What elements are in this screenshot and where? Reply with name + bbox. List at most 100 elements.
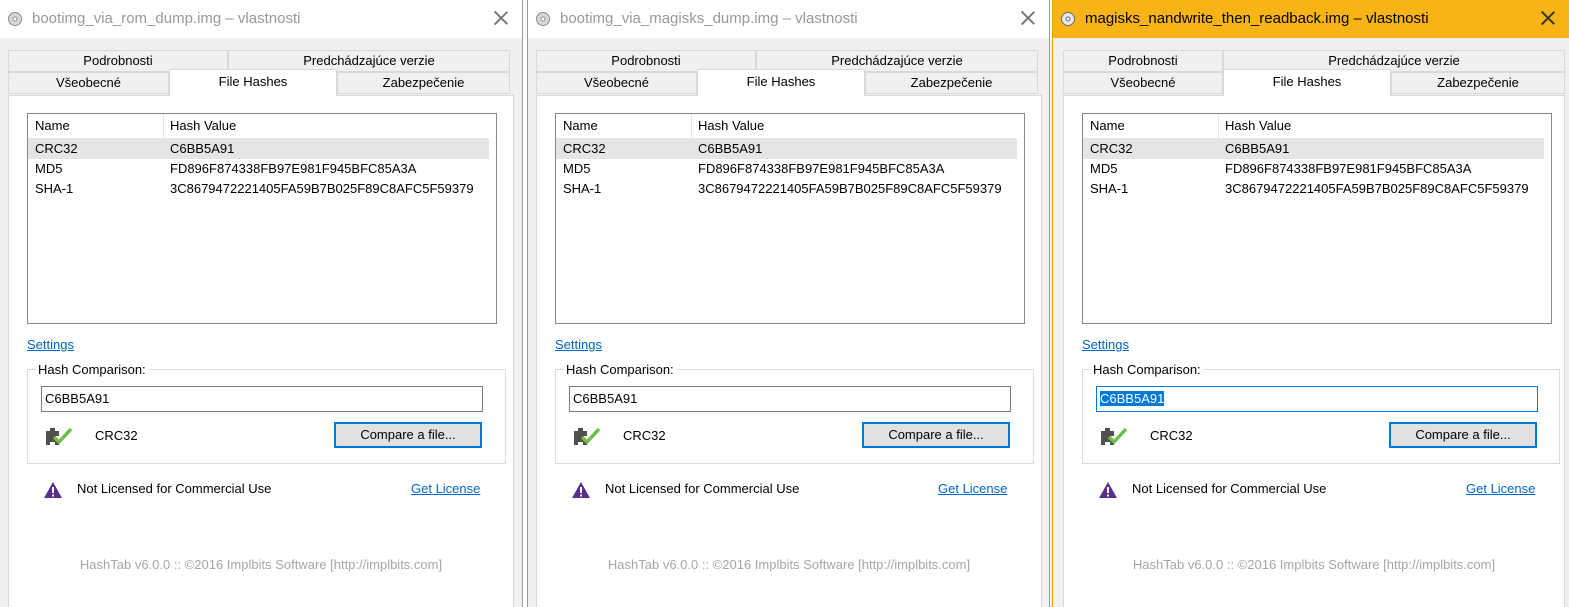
- column-hash-value-header[interactable]: Hash Value: [698, 118, 764, 133]
- warning-icon: [1099, 482, 1117, 498]
- get-license-link[interactable]: Get License: [1466, 481, 1535, 496]
- selected-input-text: C6BB5A91: [1100, 391, 1165, 406]
- hash-comparison-group: Hash Comparison: C6BB5A91 CRC32 Compare …: [1082, 362, 1560, 464]
- hash-list[interactable]: Name Hash Value CRC32 C6BB5A91 MD5 FD896…: [1082, 113, 1552, 324]
- properties-window-1: bootimg_via_rom_dump.img – vlastnosti Po…: [0, 0, 523, 607]
- settings-link[interactable]: Settings: [27, 337, 74, 352]
- hash-list-header: Name Hash Value: [1083, 114, 1544, 139]
- hash-list-header: Name Hash Value: [556, 114, 1017, 139]
- close-icon[interactable]: [494, 11, 508, 25]
- hash-match-check-icon: [1101, 427, 1128, 445]
- column-name-header[interactable]: Name: [35, 118, 70, 133]
- column-name-header[interactable]: Name: [563, 118, 598, 133]
- tab-details[interactable]: Podrobnosti: [1063, 50, 1223, 72]
- hash-comparison-group: Hash Comparison: C6BB5A91 CRC32 Compare …: [555, 362, 1034, 464]
- hash-comparison-group: Hash Comparison: C6BB5A91 CRC32 Compare …: [27, 362, 506, 464]
- tab-security[interactable]: Zabezpečenie: [865, 72, 1038, 94]
- hash-name: SHA-1: [563, 181, 602, 196]
- hash-match-check-icon: [46, 427, 73, 445]
- hash-row-crc32[interactable]: CRC32 C6BB5A91: [556, 139, 1017, 159]
- hash-value: C6BB5A91: [698, 141, 763, 156]
- hash-name: MD5: [563, 161, 591, 176]
- hash-comparison-input[interactable]: C6BB5A91: [41, 386, 483, 412]
- close-icon[interactable]: [1541, 11, 1555, 25]
- settings-link[interactable]: Settings: [1082, 337, 1129, 352]
- disc-image-icon: [1061, 12, 1075, 26]
- tab-general[interactable]: Všeobecné: [8, 72, 169, 94]
- window-title: bootimg_via_rom_dump.img – vlastnosti: [32, 10, 301, 27]
- comparison-algorithm-label: CRC32: [623, 428, 666, 443]
- hash-row-sha1[interactable]: SHA-1 3C8679472221405FA59B7B025F89C8AFC5…: [28, 179, 489, 199]
- footer-copyright: HashTab v6.0.0 :: ©2016 Implbits Softwar…: [1132, 557, 1496, 572]
- license-status-text: Not Licensed for Commercial Use: [77, 481, 272, 496]
- tab-file-hashes[interactable]: File Hashes: [1223, 69, 1391, 96]
- hash-row-sha1[interactable]: SHA-1 3C8679472221405FA59B7B025F89C8AFC5…: [1083, 179, 1544, 199]
- hash-list[interactable]: Name Hash Value CRC32 C6BB5A91 MD5 FD896…: [555, 113, 1025, 324]
- license-status-text: Not Licensed for Commercial Use: [1132, 481, 1327, 496]
- disc-image-icon: [536, 12, 550, 26]
- column-hash-value-header[interactable]: Hash Value: [1225, 118, 1291, 133]
- title-bar[interactable]: bootimg_via_magisks_dump.img – vlastnost…: [528, 0, 1049, 38]
- tab-security[interactable]: Zabezpečenie: [1391, 72, 1565, 94]
- file-hashes-panel: Name Hash Value CRC32 C6BB5A91 MD5 FD896…: [1063, 95, 1565, 607]
- tab-file-hashes[interactable]: File Hashes: [697, 69, 865, 96]
- properties-window-2: bootimg_via_magisks_dump.img – vlastnost…: [527, 0, 1050, 607]
- hash-name: MD5: [1090, 161, 1118, 176]
- column-separator[interactable]: [163, 114, 164, 138]
- tab-general[interactable]: Všeobecné: [536, 72, 697, 94]
- column-separator[interactable]: [1218, 114, 1219, 138]
- window-title: magisks_nandwrite_then_readback.img – vl…: [1085, 10, 1429, 27]
- hash-value: 3C8679472221405FA59B7B025F89C8AFC5F59379: [1225, 181, 1529, 196]
- hash-comparison-input[interactable]: C6BB5A91: [1096, 386, 1538, 412]
- hash-comparison-label: Hash Comparison:: [564, 362, 676, 377]
- tab-general[interactable]: Všeobecné: [1063, 72, 1223, 94]
- compare-file-button[interactable]: Compare a file...: [334, 422, 482, 448]
- hash-value: C6BB5A91: [170, 141, 235, 156]
- warning-icon: [44, 482, 62, 498]
- settings-link[interactable]: Settings: [555, 337, 602, 352]
- hash-row-crc32[interactable]: CRC32 C6BB5A91: [1083, 139, 1544, 159]
- hash-row-md5[interactable]: MD5 FD896F874338FB97E981F945BFC85A3A: [556, 159, 1017, 179]
- hash-row-crc32[interactable]: CRC32 C6BB5A91: [28, 139, 489, 159]
- hash-list[interactable]: Name Hash Value CRC32 C6BB5A91 MD5 FD896…: [27, 113, 497, 324]
- title-bar[interactable]: magisks_nandwrite_then_readback.img – vl…: [1053, 0, 1569, 38]
- title-bar[interactable]: bootimg_via_rom_dump.img – vlastnosti: [0, 0, 522, 38]
- file-hashes-panel: Name Hash Value CRC32 C6BB5A91 MD5 FD896…: [8, 95, 514, 607]
- warning-icon: [572, 482, 590, 498]
- tab-file-hashes[interactable]: File Hashes: [169, 69, 337, 96]
- window-title: bootimg_via_magisks_dump.img – vlastnost…: [560, 10, 858, 27]
- hash-value: FD896F874338FB97E981F945BFC85A3A: [698, 161, 945, 176]
- comparison-algorithm-label: CRC32: [95, 428, 138, 443]
- hash-comparison-input[interactable]: C6BB5A91: [569, 386, 1011, 412]
- hash-value: 3C8679472221405FA59B7B025F89C8AFC5F59379: [170, 181, 474, 196]
- hash-value: FD896F874338FB97E981F945BFC85A3A: [170, 161, 417, 176]
- get-license-link[interactable]: Get License: [938, 481, 1007, 496]
- hash-name: CRC32: [35, 141, 78, 156]
- close-icon[interactable]: [1021, 11, 1035, 25]
- hash-row-md5[interactable]: MD5 FD896F874338FB97E981F945BFC85A3A: [28, 159, 489, 179]
- hash-list-header: Name Hash Value: [28, 114, 489, 139]
- column-separator[interactable]: [691, 114, 692, 138]
- hash-name: CRC32: [1090, 141, 1133, 156]
- compare-file-button[interactable]: Compare a file...: [1389, 422, 1537, 448]
- column-name-header[interactable]: Name: [1090, 118, 1125, 133]
- column-hash-value-header[interactable]: Hash Value: [170, 118, 236, 133]
- hash-name: MD5: [35, 161, 63, 176]
- hash-name: SHA-1: [35, 181, 74, 196]
- footer-copyright: HashTab v6.0.0 :: ©2016 Implbits Softwar…: [607, 557, 971, 572]
- hash-row-sha1[interactable]: SHA-1 3C8679472221405FA59B7B025F89C8AFC5…: [556, 179, 1017, 199]
- hash-comparison-label: Hash Comparison:: [36, 362, 148, 377]
- hash-name: CRC32: [563, 141, 606, 156]
- properties-window-3: magisks_nandwrite_then_readback.img – vl…: [1052, 0, 1569, 607]
- compare-file-button[interactable]: Compare a file...: [862, 422, 1010, 448]
- hash-match-check-icon: [574, 427, 601, 445]
- hash-comparison-label: Hash Comparison:: [1091, 362, 1203, 377]
- hash-row-md5[interactable]: MD5 FD896F874338FB97E981F945BFC85A3A: [1083, 159, 1544, 179]
- footer-copyright: HashTab v6.0.0 :: ©2016 Implbits Softwar…: [79, 557, 443, 572]
- file-hashes-panel: Name Hash Value CRC32 C6BB5A91 MD5 FD896…: [536, 95, 1042, 607]
- tab-security[interactable]: Zabezpečenie: [337, 72, 510, 94]
- hash-value: C6BB5A91: [1225, 141, 1290, 156]
- hash-value: FD896F874338FB97E981F945BFC85A3A: [1225, 161, 1472, 176]
- get-license-link[interactable]: Get License: [411, 481, 480, 496]
- license-status-text: Not Licensed for Commercial Use: [605, 481, 800, 496]
